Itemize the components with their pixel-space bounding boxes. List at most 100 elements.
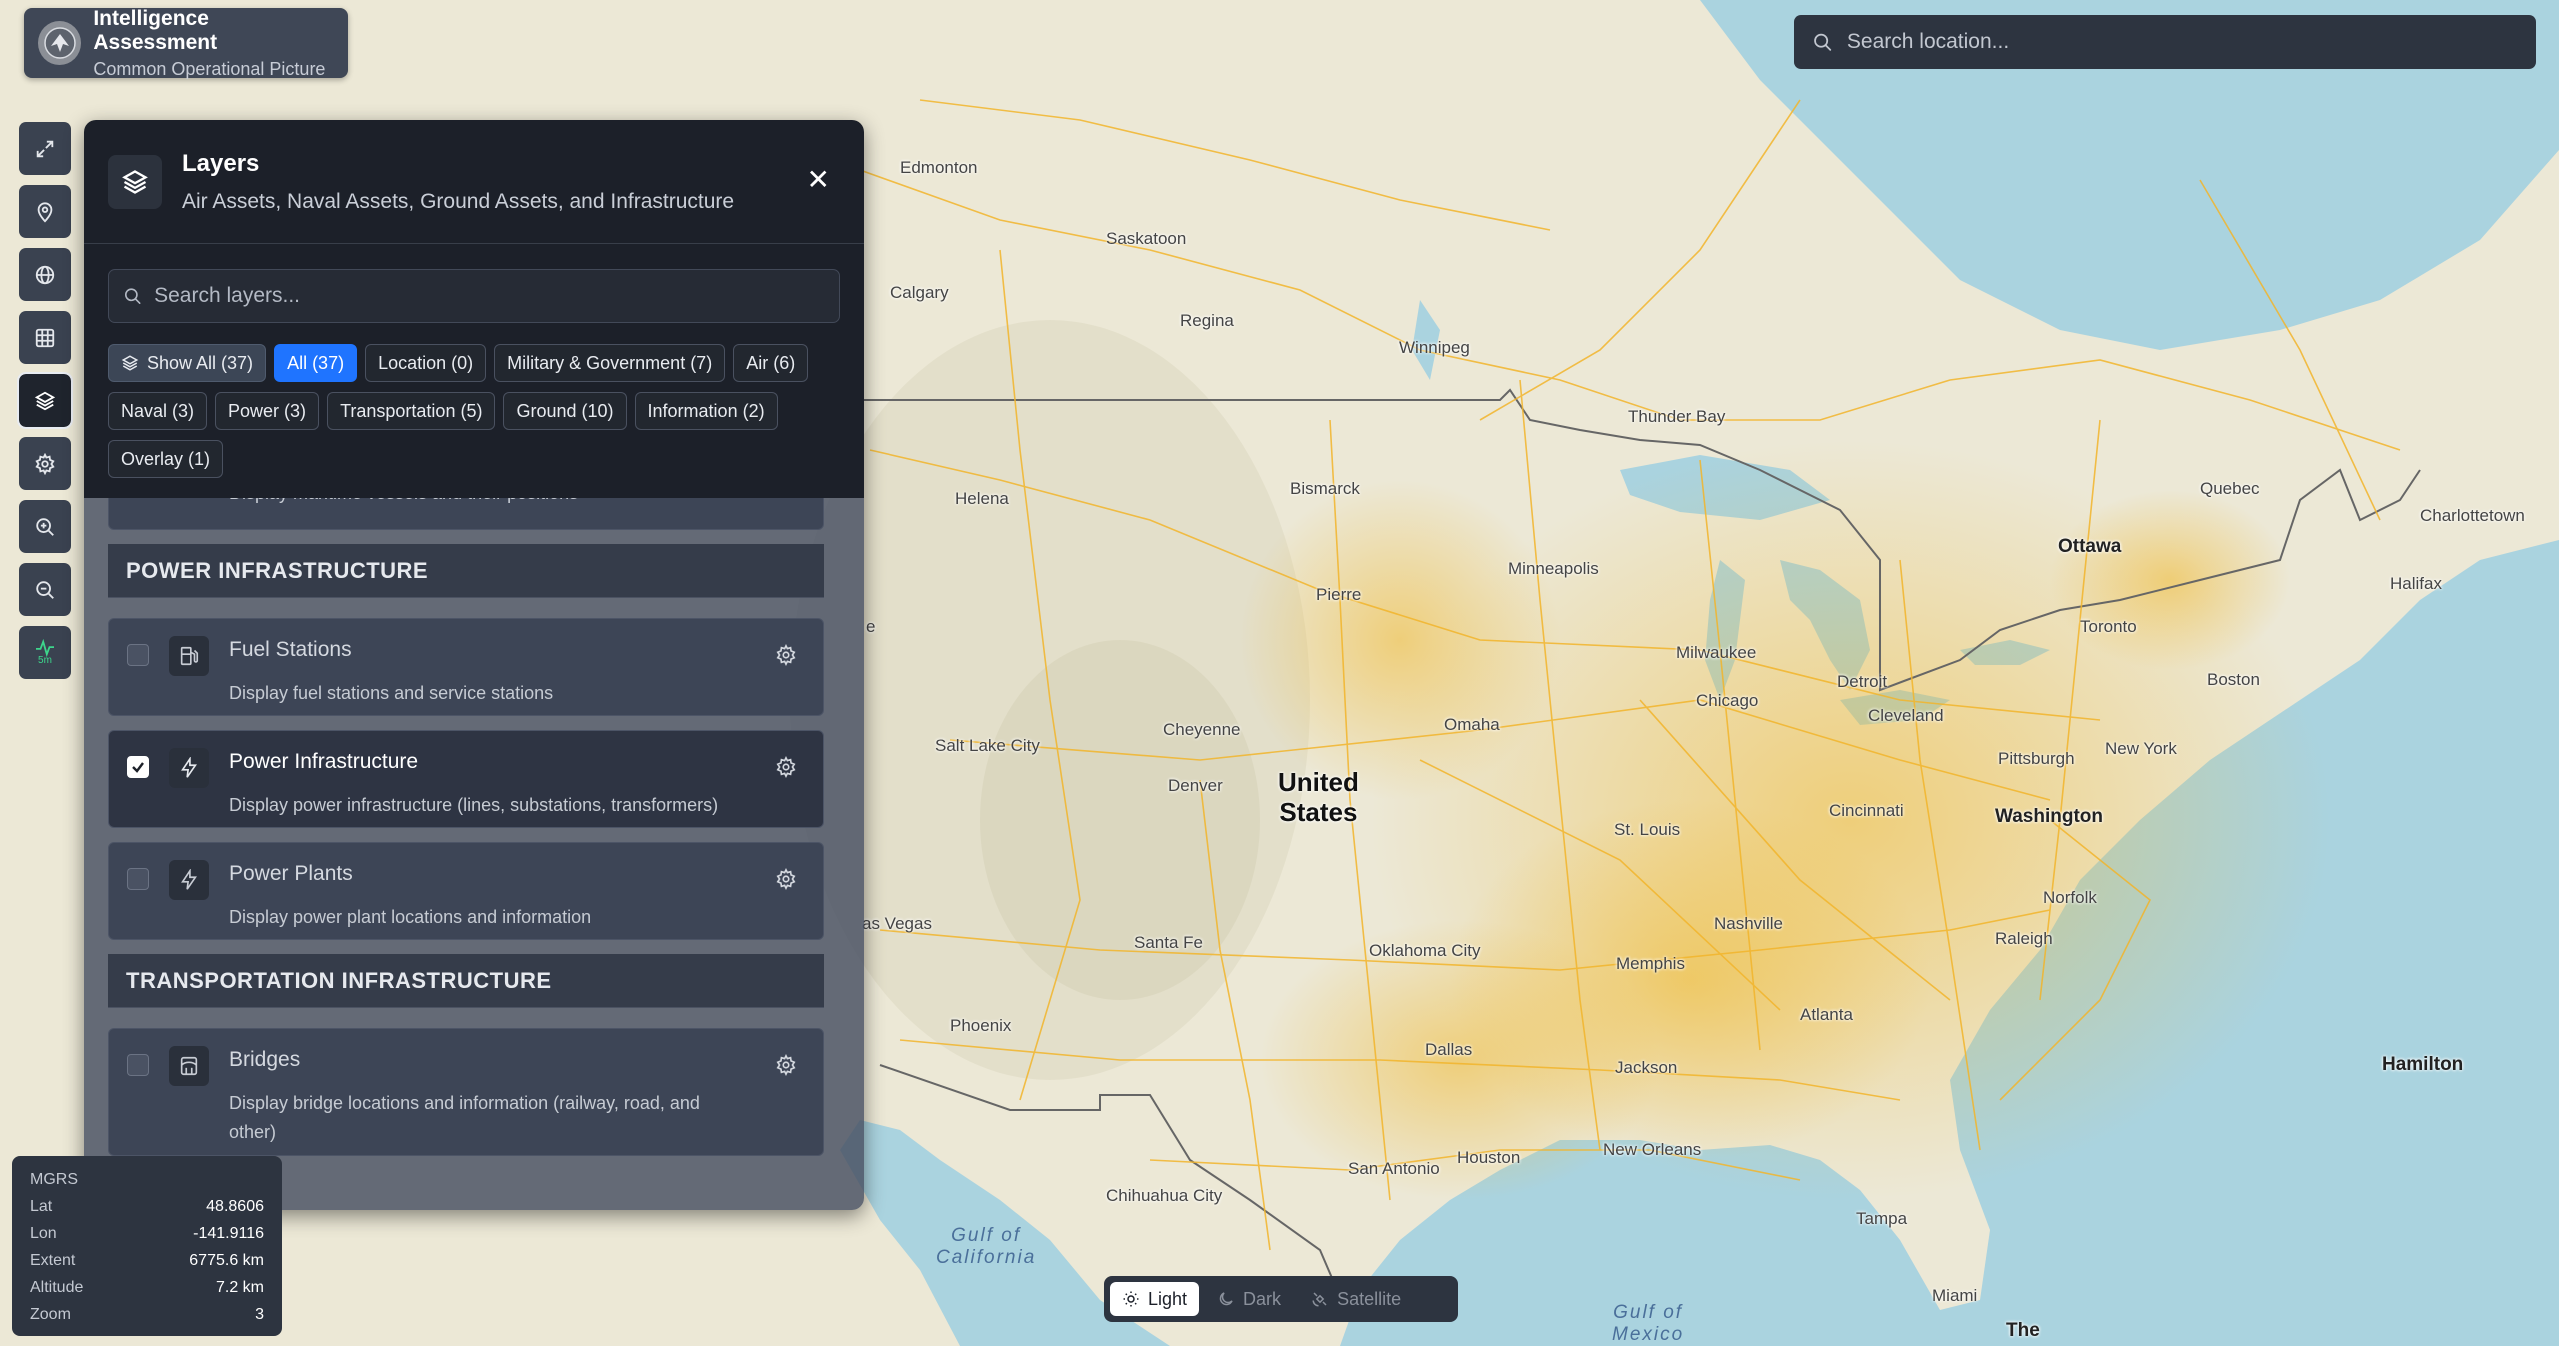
filter-chip-military[interactable]: Military & Government (7) xyxy=(494,344,726,382)
layer-row-title: Fuel Stations xyxy=(229,638,352,661)
basemap-dark-button[interactable]: Dark xyxy=(1205,1282,1293,1316)
gear-icon[interactable] xyxy=(775,867,797,895)
coord-row-zoom: Zoom 3 xyxy=(30,1301,264,1328)
basemap-light-button[interactable]: Light xyxy=(1110,1282,1200,1316)
map-city-label: Nashville xyxy=(1714,914,1783,933)
coord-value: 7.2 km xyxy=(215,1278,264,1296)
coord-value: 48.8606 xyxy=(206,1197,264,1215)
filter-chip-power[interactable]: Power (3) xyxy=(215,392,320,430)
filter-chip-location[interactable]: Location (0) xyxy=(365,344,487,382)
map-pin-icon xyxy=(37,201,53,222)
filter-chip-overlay[interactable]: Overlay (1) xyxy=(108,440,224,478)
gear-icon[interactable] xyxy=(775,643,797,671)
layers-panel-header: Layers Air Assets, Naval Assets, Ground … xyxy=(84,120,864,498)
activity-button[interactable]: 5m xyxy=(19,626,71,679)
layer-row-power-plants[interactable]: Power Plants Display power plant locatio… xyxy=(108,842,824,940)
layer-search-input[interactable] xyxy=(154,284,825,308)
coord-label: Extent xyxy=(30,1251,76,1269)
filter-chip-show-all[interactable]: Show All (37) xyxy=(108,344,267,382)
layer-checkbox-checked[interactable] xyxy=(127,756,149,778)
coordinates-readout: MGRS Lat 48.8606 Lon -141.9116 Extent 6775.… xyxy=(12,1156,282,1336)
bridge-icon xyxy=(169,1046,209,1086)
moon-icon xyxy=(1219,1292,1233,1306)
location-pin-button[interactable] xyxy=(19,185,71,238)
layers-list[interactable]: Display maritime vessels and their posit… xyxy=(84,498,864,1210)
layer-checkbox[interactable] xyxy=(127,1054,149,1076)
grid-button[interactable] xyxy=(19,311,71,364)
activity-interval-label: 5m xyxy=(38,655,52,666)
map-city-label: Santa Fe xyxy=(1134,933,1203,952)
map-city-label: New York xyxy=(2105,739,2177,758)
map-city-label: Helena xyxy=(955,489,1009,508)
map-city-label: Milwaukee xyxy=(1676,643,1757,662)
filter-chip-air[interactable]: Air (6) xyxy=(733,344,809,382)
layer-row-desc: Display fuel stations and service statio… xyxy=(229,683,554,703)
coord-label: Lat xyxy=(30,1197,53,1215)
location-search-input[interactable] xyxy=(1846,30,2518,54)
map-city-label: Pierre xyxy=(1316,585,1362,604)
layer-row-title: Power Infrastructure xyxy=(229,750,419,773)
layers-button[interactable] xyxy=(17,372,73,429)
filter-chip-naval[interactable]: Naval (3) xyxy=(108,392,208,430)
fullscreen-button[interactable] xyxy=(19,122,71,175)
layer-row-fuel-stations[interactable]: Fuel Stations Display fuel stations and … xyxy=(108,618,824,716)
globe-icon xyxy=(35,265,55,284)
map-city-label: Winnipeg xyxy=(1399,338,1470,357)
gear-icon[interactable] xyxy=(775,755,797,783)
map-water-label: Gulf of Mexico xyxy=(1612,1302,1685,1345)
location-search-bar[interactable] xyxy=(1794,15,2536,69)
filter-chip-transportation[interactable]: Transportation (5) xyxy=(327,392,496,430)
zoom-in-button[interactable] xyxy=(19,500,71,553)
layer-row-bridges[interactable]: Bridges Display bridge locations and inf… xyxy=(108,1028,824,1156)
map-city-label: Dallas xyxy=(1425,1040,1473,1059)
layer-filter-chips: Show All (37) All (37) Location (0) Mili… xyxy=(108,344,840,478)
gear-icon[interactable] xyxy=(775,1053,797,1081)
settings-button[interactable] xyxy=(19,437,71,490)
map-city-label: Saskatoon xyxy=(1106,229,1187,248)
map-city-label: Oklahoma City xyxy=(1369,941,1481,960)
layer-row-desc: Display bridge locations and information… xyxy=(229,1093,700,1142)
layer-row-naval-vessels[interactable]: Display maritime vessels and their posit… xyxy=(108,498,824,530)
left-toolbar: 5m xyxy=(17,122,73,679)
zoom-out-icon xyxy=(36,580,54,599)
coord-value: 3 xyxy=(255,1305,264,1323)
map-city-label: Chicago xyxy=(1696,691,1759,710)
coord-row-lon: Lon -141.9116 xyxy=(30,1220,264,1247)
map-city-label: Charlottetown xyxy=(2420,506,2525,525)
agency-seal-icon xyxy=(38,21,82,65)
layer-checkbox[interactable] xyxy=(127,644,149,666)
section-transportation-infrastructure: TRANSPORTATION INFRASTRUCTURE xyxy=(108,954,824,1008)
layer-checkbox[interactable] xyxy=(127,868,149,890)
coord-label: Lon xyxy=(30,1224,57,1242)
coord-row-extent: Extent 6775.6 km xyxy=(30,1247,264,1274)
close-icon[interactable]: ✕ xyxy=(807,166,830,194)
globe-button[interactable] xyxy=(19,248,71,301)
layer-row-power-infrastructure[interactable]: Power Infrastructure Display power infra… xyxy=(108,730,824,828)
layers-icon xyxy=(108,154,162,209)
layers-icon xyxy=(34,391,56,410)
layers-panel-title: Layers xyxy=(182,149,260,177)
coord-row-altitude: Altitude 7.2 km xyxy=(30,1274,264,1301)
layer-row-desc: Display power infrastructure (lines, sub… xyxy=(229,795,719,815)
map-city-label: Pittsburgh xyxy=(1998,749,2075,768)
basemap-satellite-button[interactable]: Satellite xyxy=(1299,1282,1413,1316)
map-city-label: Salt Lake City xyxy=(935,736,1040,755)
expand-icon xyxy=(36,140,54,157)
fuel-pump-icon xyxy=(169,636,209,676)
filter-chip-information[interactable]: Information (2) xyxy=(634,392,778,430)
app-title: Intelligence Assessment xyxy=(93,6,218,54)
zoom-out-button[interactable] xyxy=(19,563,71,616)
layer-search-box[interactable] xyxy=(108,269,840,323)
layers-icon xyxy=(121,355,139,371)
map-city-label: Bismarck xyxy=(1290,479,1360,498)
layer-row-desc: Display power plant locations and inform… xyxy=(229,907,592,927)
filter-chip-all[interactable]: All (37) xyxy=(274,344,358,382)
filter-chip-label: Show All (37) xyxy=(147,352,254,373)
filter-chip-ground[interactable]: Ground (10) xyxy=(503,392,627,430)
zoom-in-icon xyxy=(36,517,54,536)
map-city-label: Norfolk xyxy=(2043,888,2097,907)
map-city-label: New Orleans xyxy=(1603,1140,1702,1159)
map-city-label: San Antonio xyxy=(1348,1159,1440,1178)
map-city-label: Washington xyxy=(1995,806,2103,827)
map-city-label: Miami xyxy=(1932,1286,1978,1305)
